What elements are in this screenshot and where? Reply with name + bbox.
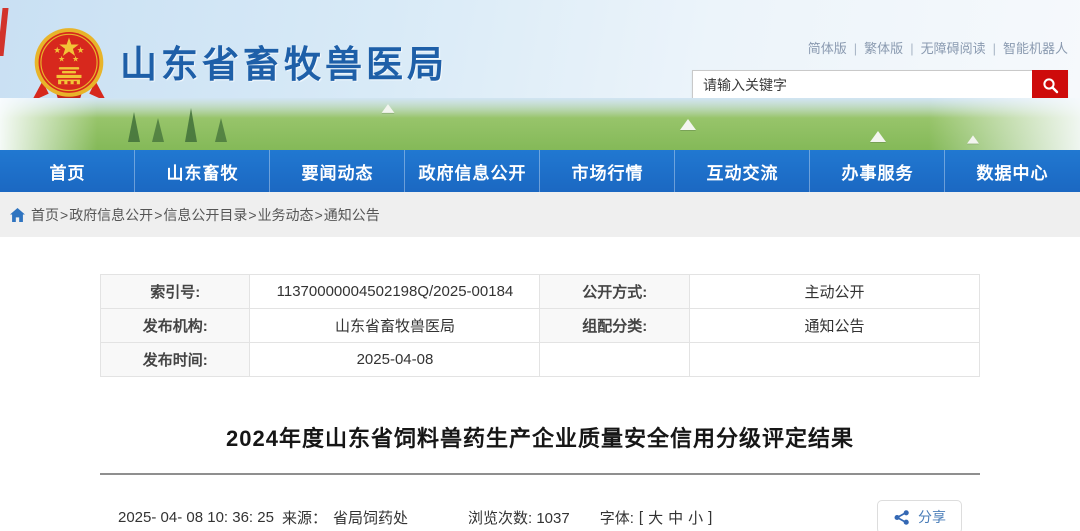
search-icon [1042, 77, 1059, 94]
link-accessibility[interactable]: 无障碍阅读 [921, 41, 986, 56]
tree-graphic [152, 118, 164, 142]
table-row: 发布时间: 2025-04-08 [101, 343, 980, 377]
breadcrumb-separator: > [154, 207, 162, 223]
site-title: 山东省畜牧兽医局 [120, 34, 448, 88]
svg-text:★: ★ [58, 55, 65, 64]
home-icon [10, 208, 25, 222]
breadcrumb-home[interactable]: 首页 [31, 205, 59, 225]
font-size-medium-button[interactable]: 中 [668, 507, 683, 528]
meta-label-issuing-agency: 发布机构: [101, 309, 250, 343]
breadcrumb-notices[interactable]: 通知公告 [324, 205, 380, 225]
link-separator: | [910, 41, 913, 56]
svg-text:★: ★ [77, 45, 85, 55]
breadcrumb-gov-info[interactable]: 政府信息公开 [69, 205, 153, 225]
breadcrumb-separator: > [315, 207, 323, 223]
table-row: 发布机构: 山东省畜牧兽医局 组配分类: 通知公告 [101, 309, 980, 343]
nav-item-news[interactable]: 要闻动态 [270, 150, 405, 192]
empty-cell [689, 343, 979, 377]
meta-value-publish-date: 2025-04-08 [250, 343, 540, 377]
source-value: 省局饲药处 [333, 507, 408, 528]
font-size-small-button[interactable]: 小 [688, 507, 703, 528]
share-icon [893, 509, 910, 526]
font-size-control: 字体: [ 大 中 小 ] [600, 507, 713, 528]
source-label: 来源： [282, 507, 327, 528]
search-bar [692, 70, 1068, 100]
grassland-banner-image [0, 98, 1080, 150]
tree-graphic [185, 108, 197, 142]
share-button[interactable]: 分享 [877, 500, 962, 531]
share-label: 分享 [918, 507, 946, 527]
nav-item-market[interactable]: 市场行情 [540, 150, 675, 192]
yurt-graphic [382, 104, 395, 113]
yurt-graphic [967, 135, 979, 143]
nav-item-services[interactable]: 办事服务 [810, 150, 945, 192]
link-separator: | [993, 41, 996, 56]
link-separator: | [854, 41, 857, 56]
breadcrumb-separator: > [248, 207, 256, 223]
search-input[interactable] [692, 70, 1032, 100]
meta-label-disclosure-method: 公开方式: [540, 275, 689, 309]
document-meta-table: 索引号: 11370000004502198Q/2025-00184 公开方式:… [100, 274, 980, 377]
article-page: 索引号: 11370000004502198Q/2025-00184 公开方式:… [100, 237, 980, 531]
nav-item-shandong-livestock[interactable]: 山东畜牧 [135, 150, 270, 192]
tree-graphic [128, 112, 140, 142]
breadcrumb-separator: > [60, 207, 68, 223]
meta-value-index-number: 11370000004502198Q/2025-00184 [250, 275, 540, 309]
nav-item-interaction[interactable]: 互动交流 [675, 150, 810, 192]
nav-item-home[interactable]: 首页 [0, 150, 135, 192]
meta-value-issuing-agency: 山东省畜牧兽医局 [250, 309, 540, 343]
breadcrumb: 首页>政府信息公开>信息公开目录>业务动态>通知公告 [0, 192, 1080, 237]
site-header: ★ ★ ★ ★ 山东省畜牧兽医局 xm.shandong.gov.cn 简体版|… [0, 0, 1080, 150]
article-meta-bar: 2025- 04- 08 10: 36: 25 来源： 省局饲药处 浏览次数: … [100, 500, 980, 531]
font-label: 字体: [600, 507, 634, 528]
link-traditional-chinese[interactable]: 繁体版 [864, 41, 903, 56]
breadcrumb-info-directory[interactable]: 信息公开目录 [163, 205, 247, 225]
link-simplified-chinese[interactable]: 简体版 [808, 41, 847, 56]
yurt-graphic [870, 131, 886, 142]
font-bracket-open: [ [639, 509, 643, 526]
meta-label-category: 组配分类: [540, 309, 689, 343]
views-counter: 浏览次数: 1037 [468, 507, 570, 528]
font-size-large-button[interactable]: 大 [648, 507, 663, 528]
title-divider [100, 473, 980, 475]
main-navigation: 首页 山东畜牧 要闻动态 政府信息公开 市场行情 互动交流 办事服务 数据中心 [0, 150, 1080, 192]
svg-text:★: ★ [53, 45, 61, 55]
breadcrumb-business-news[interactable]: 业务动态 [258, 205, 314, 225]
meta-label-publish-date: 发布时间: [101, 343, 250, 377]
publish-time: 2025- 04- 08 10: 36: 25 [118, 509, 274, 526]
table-row: 索引号: 11370000004502198Q/2025-00184 公开方式:… [101, 275, 980, 309]
nav-item-gov-info[interactable]: 政府信息公开 [405, 150, 540, 192]
link-smart-robot[interactable]: 智能机器人 [1003, 41, 1068, 56]
views-label: 浏览次数: [468, 510, 532, 527]
tree-graphic [215, 118, 227, 142]
views-value: 1037 [536, 510, 569, 527]
nav-item-data-center[interactable]: 数据中心 [945, 150, 1080, 192]
empty-cell [540, 343, 689, 377]
meta-value-category: 通知公告 [689, 309, 979, 343]
left-red-ribbon-decoration [0, 8, 9, 56]
yurt-graphic [680, 119, 696, 130]
meta-label-index-number: 索引号: [101, 275, 250, 309]
font-bracket-close: ] [708, 509, 712, 526]
svg-text:★: ★ [72, 55, 79, 64]
page-title: 2024年度山东省饲料兽药生产企业质量安全信用分级评定结果 [100, 421, 980, 453]
search-button[interactable] [1032, 70, 1068, 100]
meta-value-disclosure-method: 主动公开 [689, 275, 979, 309]
utility-links: 简体版 | 繁体版 | 无障碍阅读 | 智能机器人 [808, 38, 1068, 57]
